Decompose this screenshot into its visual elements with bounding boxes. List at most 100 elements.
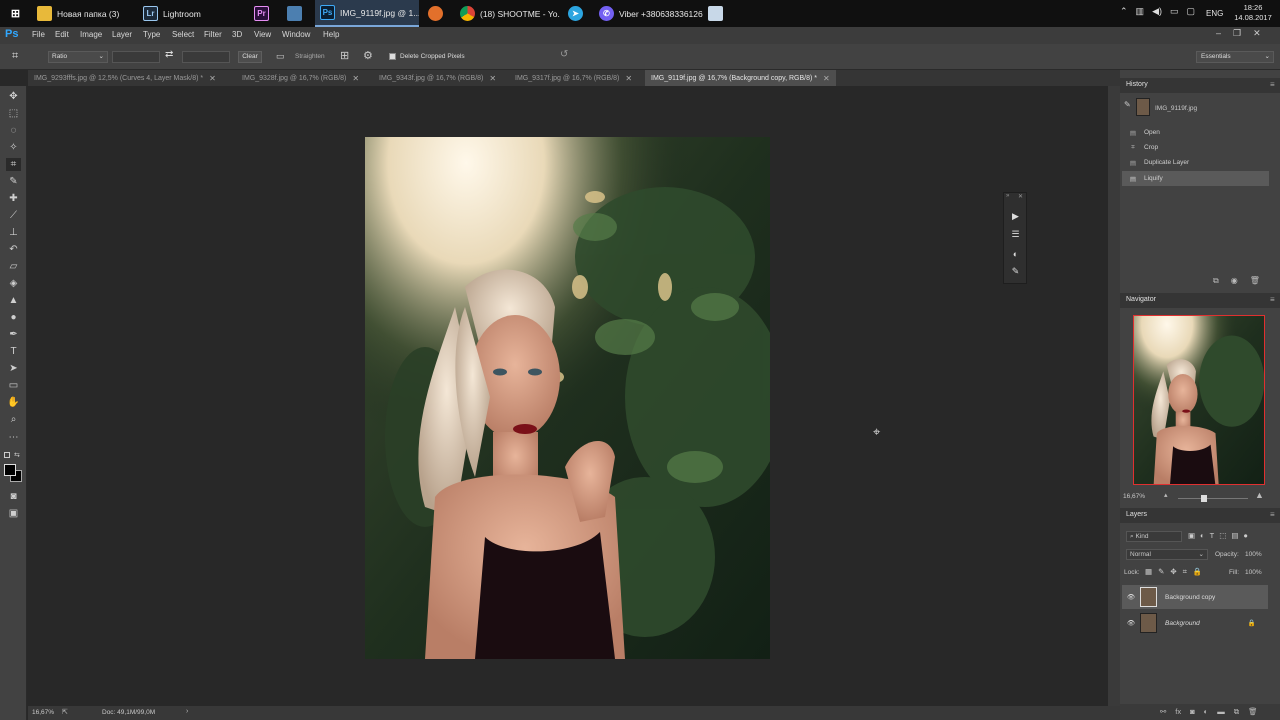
menu-edit[interactable]: Edit: [55, 30, 69, 39]
zoom-slider-thumb[interactable]: [1201, 495, 1207, 502]
fx-icon[interactable]: fx: [1175, 707, 1181, 717]
menu-layer[interactable]: Layer: [112, 30, 132, 39]
brush-tool-icon[interactable]: ⟋: [6, 209, 21, 222]
dodge-tool-icon[interactable]: ●: [6, 311, 21, 324]
blend-mode-select[interactable]: Normal ⌄: [1126, 549, 1208, 560]
taskbar-item-firefox[interactable]: [428, 0, 446, 27]
history-item[interactable]: ▤ Duplicate Layer: [1122, 155, 1269, 170]
layers-title[interactable]: Layers: [1126, 511, 1147, 518]
history-item-selected[interactable]: ▤ Liquify: [1122, 171, 1269, 186]
straighten-icon[interactable]: ▭: [276, 51, 285, 62]
lock-icon[interactable]: 🔒: [1248, 619, 1256, 627]
taskbar-item-photoshop[interactable]: Ps IMG_9119f.jpg @ 1...: [315, 0, 419, 27]
close-icon[interactable]: ✕: [209, 74, 216, 83]
taskbar-item-chrome[interactable]: (18) SHOOTME - Yo...: [460, 0, 560, 27]
battery-icon[interactable]: ▭: [1170, 6, 1179, 17]
marquee-tool-icon[interactable]: ⬚: [6, 107, 21, 120]
group-folder-icon[interactable]: ▬: [1217, 707, 1225, 717]
foreground-color-swatch[interactable]: [4, 464, 16, 476]
image-filter-icon[interactable]: ▣: [1188, 531, 1195, 540]
type-filter-icon[interactable]: T: [1210, 531, 1215, 540]
doc-tab[interactable]: IMG_9343f.jpg @ 16,7% (RGB/8) ✕: [379, 70, 496, 86]
grid-overlay-icon[interactable]: ⊞: [340, 49, 349, 62]
monitor-icon[interactable]: ▢: [1187, 6, 1196, 17]
brush-tool-icon[interactable]: ✎: [1009, 265, 1022, 278]
history-item[interactable]: ⌗ Crop: [1122, 140, 1269, 155]
taskbar-item-notepad[interactable]: [708, 0, 724, 27]
menu-file[interactable]: File: [32, 30, 45, 39]
screen-mode-icon[interactable]: ▣: [6, 507, 21, 520]
trash-icon[interactable]: 🗑: [1250, 276, 1260, 286]
smart-object-filter-icon[interactable]: ▤: [1231, 531, 1238, 540]
menu-window[interactable]: Window: [282, 30, 310, 39]
zoom-slider[interactable]: [1178, 498, 1248, 499]
doc-tab[interactable]: IMG_9293fffs.jpg @ 12,5% (Curves 4, Laye…: [34, 70, 216, 86]
lock-transparent-icon[interactable]: ▦: [1145, 567, 1152, 577]
taskbar-item-folder[interactable]: Новая папка (3): [37, 0, 137, 27]
paint-bucket-icon[interactable]: ◈: [6, 277, 21, 290]
properties-icon[interactable]: ☰: [1009, 228, 1022, 241]
swap-icon[interactable]: ⇄: [165, 49, 173, 60]
navigator-zoom[interactable]: 16,67%: [1123, 493, 1145, 500]
blur-tool-icon[interactable]: ▲: [6, 294, 21, 307]
snapshot-label[interactable]: IMG_9119f.jpg: [1155, 105, 1197, 112]
zoom-tool-icon[interactable]: ⌕: [6, 413, 21, 426]
doc-tab[interactable]: IMG_9317f.jpg @ 16,7% (RGB/8) ✕: [515, 70, 632, 86]
quick-mask-icon[interactable]: ◙: [6, 490, 21, 503]
taskbar-item-photos[interactable]: [287, 0, 307, 27]
type-tool-icon[interactable]: T: [6, 345, 21, 358]
lock-all-icon[interactable]: 🔒: [1193, 567, 1202, 577]
vertical-scrollbar[interactable]: [1108, 86, 1120, 706]
gear-icon[interactable]: ⚙: [363, 49, 373, 62]
network-icon[interactable]: ▥: [1136, 6, 1145, 17]
language-indicator[interactable]: ENG: [1206, 9, 1223, 18]
default-colors-icon[interactable]: [4, 452, 10, 458]
menu-select[interactable]: Select: [172, 30, 194, 39]
menu-image[interactable]: Image: [80, 30, 102, 39]
taskbar-item-telegram[interactable]: ➤: [568, 0, 586, 27]
delete-cropped-checkbox[interactable]: [389, 53, 396, 60]
history-title[interactable]: History: [1126, 81, 1148, 88]
collapse-icon[interactable]: »: [1006, 193, 1009, 199]
taskbar-item-lightroom[interactable]: Lr Lightroom: [143, 0, 247, 27]
more-tools-icon[interactable]: ⋯: [6, 431, 21, 444]
eye-icon[interactable]: 👁: [1122, 619, 1140, 627]
taskbar-item-viber[interactable]: ✆ Viber +380638336126: [599, 0, 703, 27]
clone-stamp-icon[interactable]: ⊥: [6, 226, 21, 239]
layer-row[interactable]: 👁 Background 🔒: [1122, 611, 1268, 635]
history-brush-icon[interactable]: ↶: [6, 243, 21, 256]
hand-tool-icon[interactable]: ✋: [6, 396, 21, 409]
menu-type[interactable]: Type: [143, 30, 160, 39]
clock[interactable]: 18:26 14.08.2017: [1234, 3, 1272, 23]
rectangle-tool-icon[interactable]: ▭: [6, 379, 21, 392]
ratio-select[interactable]: Ratio ⌄: [48, 51, 108, 63]
menu-filter[interactable]: Filter: [204, 30, 222, 39]
doc-tab-active[interactable]: IMG_9119f.jpg @ 16,7% (Background copy, …: [645, 70, 836, 86]
menu-3d[interactable]: 3D: [232, 30, 242, 39]
history-brush-source-icon[interactable]: ✎: [1124, 100, 1134, 110]
adjustments-icon[interactable]: ◐: [1009, 247, 1022, 260]
zoom-out-icon[interactable]: ▴: [1164, 491, 1168, 499]
navigator-title[interactable]: Navigator: [1126, 296, 1156, 303]
close-icon[interactable]: ✕: [1018, 193, 1023, 200]
pen-tool-icon[interactable]: ✒: [6, 328, 21, 341]
minimize-icon[interactable]: –: [1216, 28, 1221, 39]
panel-menu-icon[interactable]: ≡: [1270, 80, 1275, 89]
layer-filter-select[interactable]: ⌕ Kind: [1126, 531, 1182, 542]
filter-toggle-icon[interactable]: ●: [1243, 531, 1248, 540]
close-icon[interactable]: ✕: [1253, 28, 1261, 39]
taskbar-item-premiere[interactable]: Pr: [254, 0, 274, 27]
ratio-width-input[interactable]: [112, 51, 160, 63]
layer-row-selected[interactable]: 👁 Background copy: [1122, 585, 1268, 609]
adjustment-filter-icon[interactable]: ◐: [1200, 531, 1205, 540]
lock-position-icon[interactable]: ✥: [1170, 567, 1176, 577]
zoom-in-icon[interactable]: ▲: [1255, 490, 1264, 500]
document-photo[interactable]: [365, 137, 770, 659]
lock-image-icon[interactable]: ✎: [1158, 567, 1164, 577]
share-icon[interactable]: ⇱: [62, 708, 68, 716]
eye-icon[interactable]: 👁: [1122, 593, 1140, 601]
link-icon[interactable]: ⚯: [1160, 707, 1166, 717]
close-icon[interactable]: ✕: [352, 74, 359, 83]
path-selection-icon[interactable]: ➤: [6, 362, 21, 375]
lasso-tool-icon[interactable]: ◌: [6, 124, 21, 137]
